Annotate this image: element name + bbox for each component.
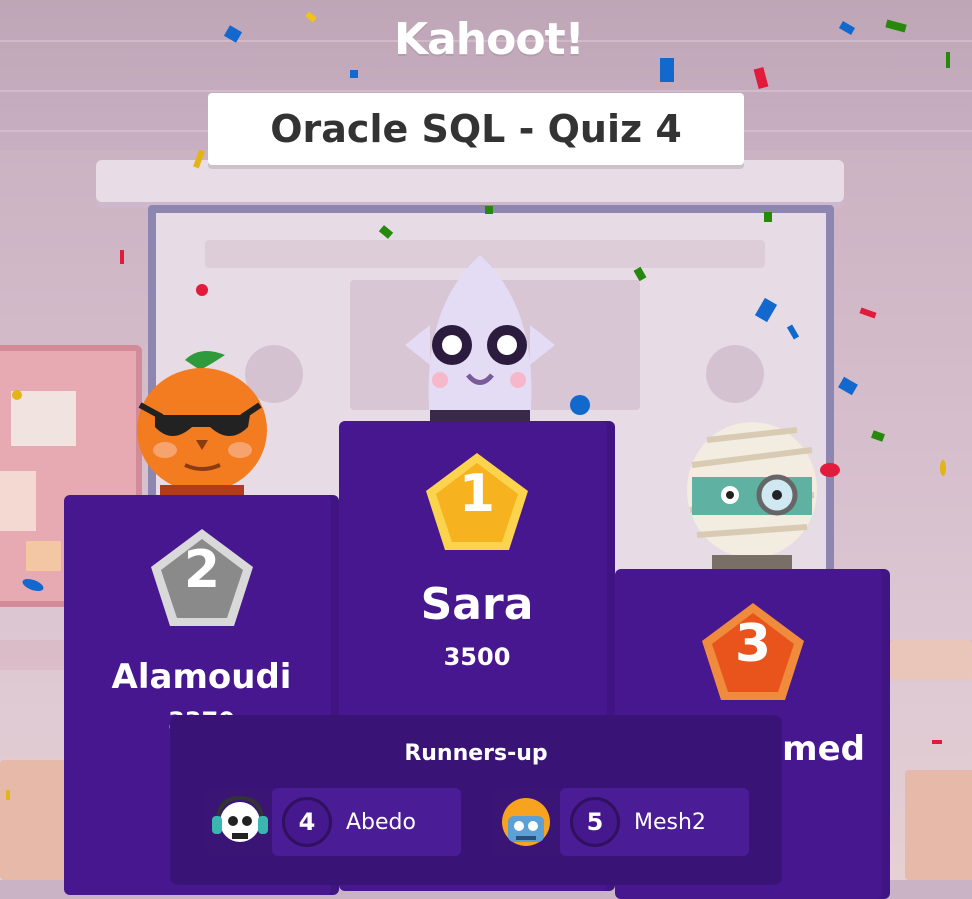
quiz-title: Oracle SQL - Quiz 4 <box>270 107 682 151</box>
rank-number-2: 2 <box>183 540 221 600</box>
runners-up-panel: Runners-up 4 Abedo 5 Mesh2 <box>170 715 782 885</box>
confetti-piece <box>485 206 493 214</box>
board-note <box>11 391 76 446</box>
ceiling-line <box>0 90 972 92</box>
confetti-piece <box>570 395 590 415</box>
quiz-title-box: Oracle SQL - Quiz 4 <box>208 93 744 165</box>
confetti-piece <box>196 284 208 296</box>
player-name-first: Sara <box>420 579 534 630</box>
runner-card-4: 4 Abedo <box>272 788 461 856</box>
confetti-piece <box>120 250 124 264</box>
player-score-first: 3500 <box>443 643 511 671</box>
player-name-second: Alamoudi <box>111 657 292 697</box>
confetti-piece <box>350 70 358 78</box>
deco-circle <box>706 345 764 403</box>
runner-card-5: 5 Mesh2 <box>560 788 749 856</box>
confetti-piece <box>764 212 772 222</box>
board-note <box>26 541 61 571</box>
rank-number-3: 3 <box>734 614 772 674</box>
ghost-avatar-icon <box>405 255 555 425</box>
confetti-piece <box>946 52 950 68</box>
runner-avatar <box>206 788 274 856</box>
skull-headphones-icon <box>212 795 268 842</box>
runner-avatar <box>492 788 560 856</box>
runner-name-4: Abedo <box>346 809 416 835</box>
desk <box>0 760 70 880</box>
projector-housing <box>96 160 844 202</box>
desk <box>890 640 972 680</box>
desk <box>905 770 972 880</box>
kahoot-logo: Kahoot! <box>394 14 585 65</box>
board-note <box>0 471 36 531</box>
pumpkin-avatar-icon <box>137 351 267 495</box>
confetti-piece <box>660 58 674 82</box>
confetti-piece <box>820 463 840 477</box>
runners-up-title: Runners-up <box>404 741 548 766</box>
confetti-piece <box>12 390 22 400</box>
confetti-piece <box>940 460 946 476</box>
rank-number-1: 1 <box>458 464 496 524</box>
runner-rank-5: 5 <box>570 797 620 847</box>
confetti-piece <box>6 790 10 800</box>
confetti-piece <box>932 740 942 744</box>
runner-name-5: Mesh2 <box>634 809 706 835</box>
mummy-avatar-icon <box>687 422 817 570</box>
runner-rank-4: 4 <box>282 797 332 847</box>
robot-helmet-icon <box>502 798 550 846</box>
